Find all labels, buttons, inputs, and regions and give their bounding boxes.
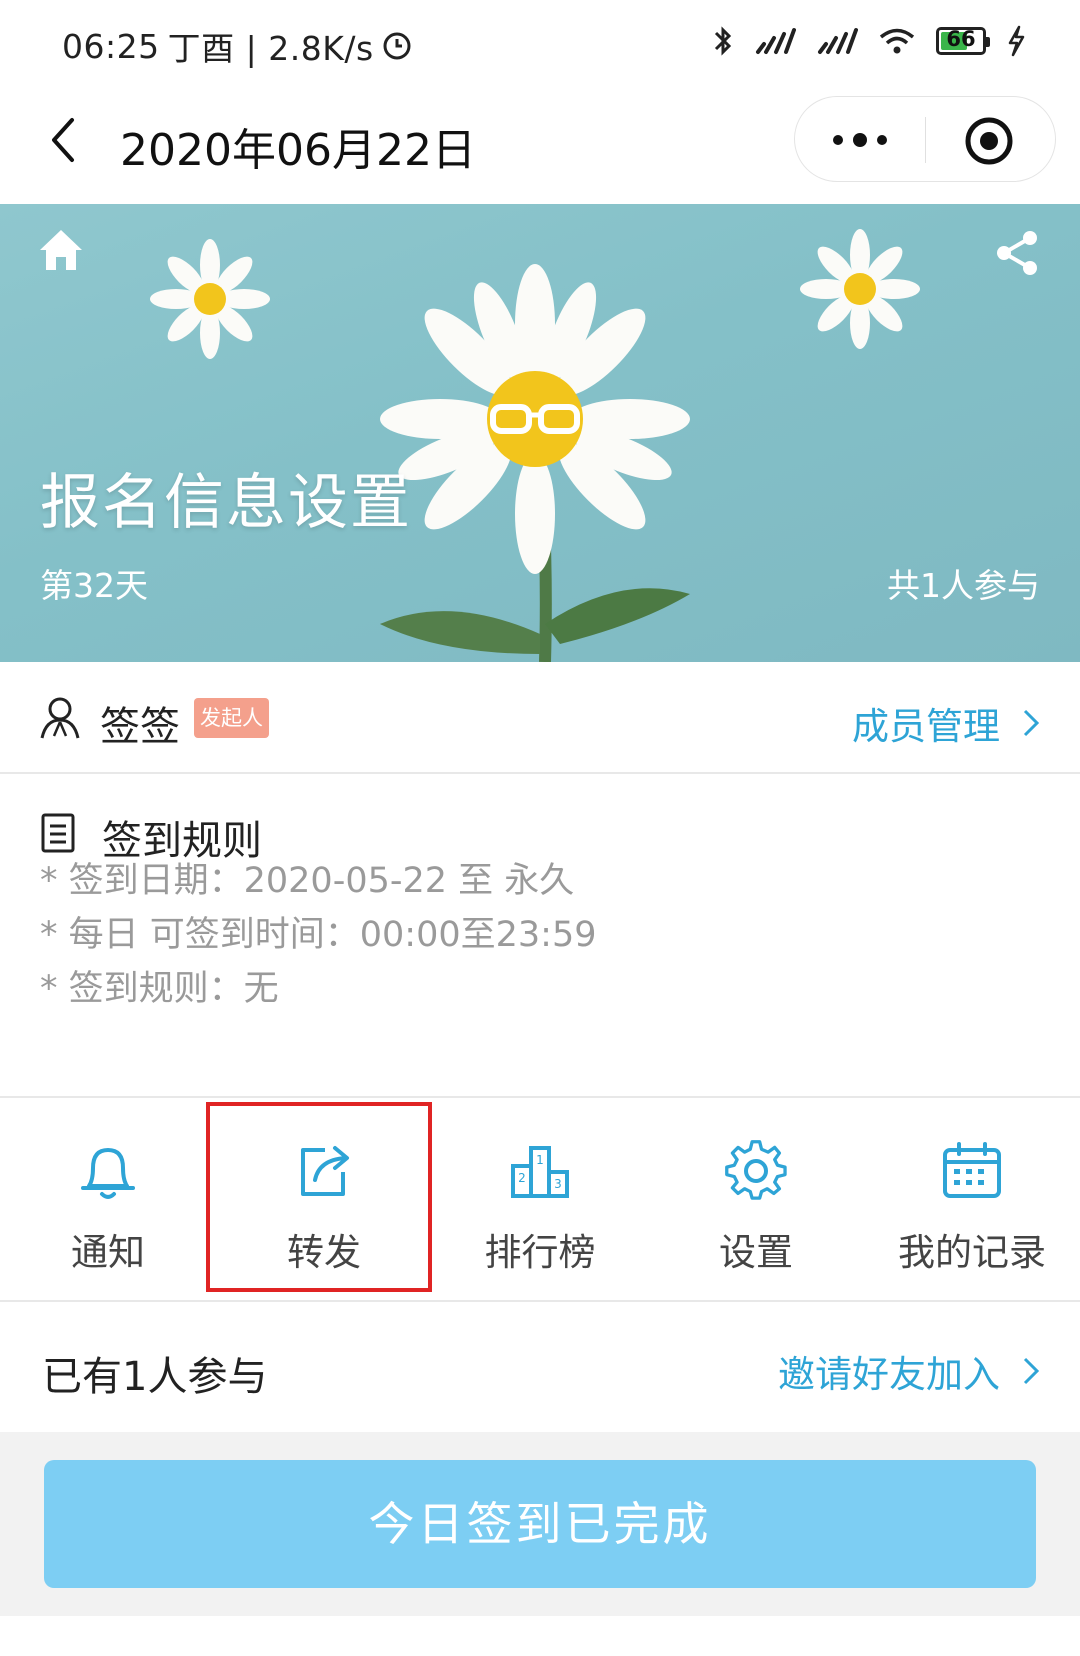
checkin-area: 今日签到已完成 [0, 1432, 1080, 1616]
gear-icon [725, 1140, 787, 1200]
alarm-icon [383, 32, 411, 60]
document-icon [41, 813, 75, 853]
tool-ranking[interactable]: 2 1 3 排行榜 [432, 1098, 648, 1302]
page-title: 2020年06月22日 [120, 125, 476, 176]
rule-date: * 签到日期：2020-05-22 至 永久 [40, 861, 575, 901]
mini-program-capsule [794, 96, 1056, 182]
member-management-link[interactable]: 成员管理 [852, 696, 1040, 750]
daisy-small-left [150, 239, 270, 359]
battery-icon: 66 [936, 27, 990, 55]
signal-icon [756, 28, 796, 54]
rule-time: * 每日 可签到时间：00:00至23:59 [40, 915, 597, 955]
close-mini-program-icon[interactable] [963, 115, 1015, 167]
status-time: 06:25 [62, 26, 160, 66]
person-icon [40, 697, 80, 739]
tool-my-records[interactable]: 我的记录 [864, 1098, 1080, 1302]
day-count: 第32天 [40, 566, 148, 605]
tool-settings[interactable]: 设置 [648, 1098, 864, 1302]
back-button[interactable] [40, 110, 90, 170]
daisy-large [380, 264, 690, 574]
signal-icon-2 [818, 28, 858, 54]
share-icon[interactable] [992, 228, 1042, 278]
rule-rule: * 签到规则：无 [40, 969, 279, 1009]
nav-bar: 2020年06月22日 [0, 88, 1080, 204]
participants-summary: 已有1人参与 [42, 1354, 268, 1400]
participant-count: 共1人参与 [887, 566, 1040, 605]
bluetooth-icon [714, 26, 732, 56]
svg-text:3: 3 [554, 1177, 562, 1191]
status-left: 06:25 丁酉 | 2.8K/s [62, 22, 412, 70]
battery-level: 66 [946, 27, 976, 51]
member-management-label: 成员管理 [852, 705, 1000, 748]
status-right: 66 [712, 24, 1026, 58]
daisy-small-right [800, 229, 920, 349]
highlight-box [206, 1102, 432, 1292]
status-extra: 丁酉 | 2.8K/s [167, 29, 374, 68]
status-bar: 06:25 丁酉 | 2.8K/s 66 [0, 0, 1080, 88]
action-toolbar: 通知 转发 2 1 3 排行榜 设置 我的记录 [0, 1098, 1080, 1302]
more-icon[interactable] [829, 127, 891, 153]
podium-icon: 2 1 3 [511, 1146, 569, 1198]
charging-icon [1008, 25, 1025, 57]
checkin-button[interactable]: 今日签到已完成 [44, 1460, 1036, 1588]
invite-friends-link[interactable]: 邀请好友加入 [778, 1344, 1040, 1398]
creator-name: 签签 [100, 704, 180, 750]
rules-section: 签到规则 * 签到日期：2020-05-22 至 永久 * 每日 可签到时间：0… [0, 774, 1080, 1098]
tool-ranking-label: 排行榜 [484, 1231, 596, 1274]
svg-text:1: 1 [536, 1153, 544, 1167]
participants-row: 已有1人参与 邀请好友加入 [0, 1302, 1080, 1432]
chevron-right-icon [1023, 1357, 1040, 1385]
svg-text:2: 2 [518, 1171, 526, 1185]
activity-title: 报名信息设置 [40, 468, 412, 538]
capsule-divider [925, 117, 926, 163]
tool-notify[interactable]: 通知 [0, 1098, 216, 1302]
banner: 报名信息设置 第32天 共1人参与 [0, 204, 1080, 662]
creator-row: 签签 发起人 成员管理 [0, 662, 1080, 774]
home-icon[interactable] [36, 226, 86, 276]
wifi-icon [879, 28, 915, 54]
bottom-strip [0, 1616, 1080, 1656]
bell-icon [81, 1148, 135, 1199]
invite-friends-label: 邀请好友加入 [778, 1353, 1000, 1396]
calendar-icon [943, 1142, 1001, 1198]
chevron-right-icon [1023, 709, 1040, 737]
tool-settings-label: 设置 [719, 1231, 793, 1274]
tool-notify-label: 通知 [71, 1231, 145, 1274]
tool-my-records-label: 我的记录 [898, 1231, 1046, 1274]
creator-badge: 发起人 [194, 698, 269, 738]
